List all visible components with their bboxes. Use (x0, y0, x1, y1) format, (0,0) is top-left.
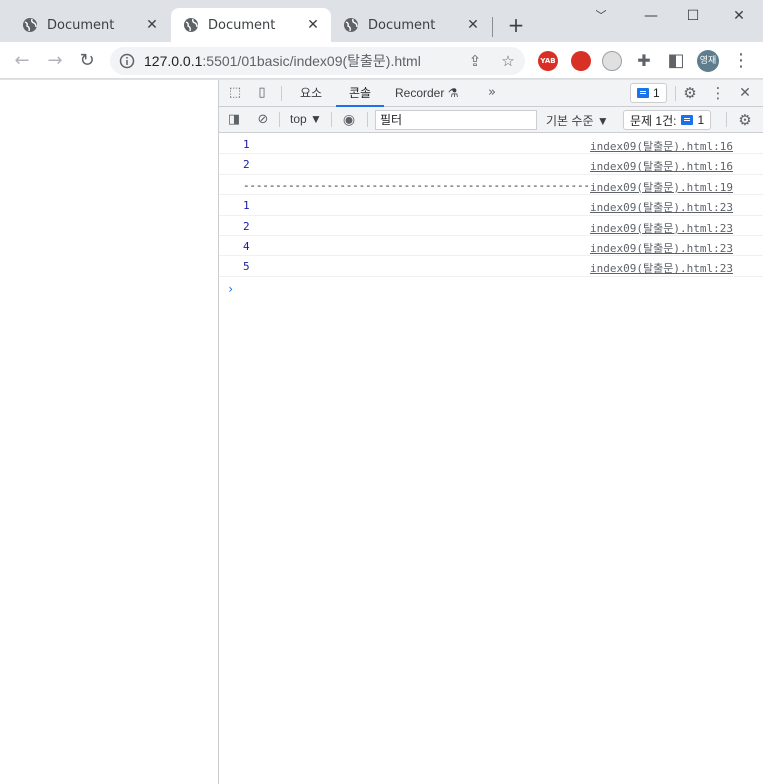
message-icon (637, 88, 649, 98)
back-icon[interactable]: ← (12, 51, 32, 71)
console-row: 2 index09(탈출문).html:16 (219, 154, 763, 175)
maximize-icon[interactable]: ☐ (685, 8, 701, 24)
tab-title: Document (47, 17, 115, 33)
issues-count-button[interactable]: 문제 1건: 1 (623, 110, 712, 130)
forward-icon[interactable]: → (45, 51, 65, 71)
tab-console[interactable]: 콘솔 (336, 80, 384, 107)
device-toolbar-icon[interactable]: ▯ (254, 85, 270, 101)
console-row: 1 index09(탈출문).html:23 (219, 195, 763, 216)
console-message: 2 (243, 219, 250, 233)
devtools-tabbar: ⬚ ▯ 요소 콘솔 Recorder ⚗ » 1 ⚙ ⋮ ✕ (219, 80, 763, 107)
console-message: 4 (243, 239, 250, 253)
console-output: 1 index09(탈출문).html:16 2 index09(탈출문).ht… (219, 134, 763, 296)
devtools-menu-icon[interactable]: ⋮ (710, 85, 726, 101)
avatar[interactable]: 영재 (697, 50, 719, 72)
browser-tab-3[interactable]: Document ✕ (331, 8, 491, 42)
tab-separator (492, 17, 493, 37)
source-link[interactable]: index09(탈출문).html:23 (590, 260, 733, 276)
divider (675, 86, 676, 101)
context-selector[interactable]: top ▼ (290, 112, 322, 126)
message-icon (681, 115, 694, 125)
console-row: ----------------------------------------… (219, 175, 763, 196)
divider (367, 112, 368, 127)
divider (279, 112, 280, 127)
divider (281, 86, 282, 101)
globe-extension-icon[interactable] (602, 51, 622, 71)
divider (331, 112, 332, 127)
settings-gear-icon[interactable]: ⚙ (682, 85, 698, 101)
page-viewport (0, 80, 219, 784)
browser-tab-1[interactable]: Document ✕ (0, 8, 170, 42)
source-link[interactable]: index09(탈출문).html:16 (590, 158, 733, 174)
side-panel-icon[interactable]: ◧ (666, 51, 686, 71)
sidebar-toggle-icon[interactable]: ◨ (226, 112, 242, 128)
globe-icon (344, 18, 358, 32)
new-tab-button[interactable]: + (505, 15, 527, 37)
close-icon[interactable]: ✕ (305, 17, 321, 33)
browser-toolbar: ← → ↻ 127.0.0.1:5501/01basic/index09(탈출문… (0, 42, 763, 79)
menu-kebab-icon[interactable]: ⋮ (731, 51, 751, 71)
flask-icon: ⚗ (447, 86, 459, 100)
tab-elements[interactable]: 요소 (300, 80, 322, 107)
globe-icon (23, 18, 37, 32)
yab-extension-icon[interactable]: YAB (538, 51, 558, 71)
close-icon[interactable]: ✕ (144, 17, 160, 33)
source-link[interactable]: index09(탈출문).html:23 (590, 199, 733, 215)
tab-title: Document (368, 17, 436, 33)
info-icon[interactable] (119, 53, 135, 69)
console-row: 2 index09(탈출문).html:23 (219, 216, 763, 236)
live-expression-eye-icon[interactable]: ◉ (341, 112, 357, 128)
log-levels-dropdown[interactable]: 기본 수준 ▼ (546, 112, 609, 129)
tab-recorder[interactable]: Recorder ⚗ (395, 80, 458, 107)
console-message: ----------------------------------------… (243, 178, 590, 192)
console-message: 1 (243, 138, 250, 151)
browser-tab-2[interactable]: Document ✕ (171, 8, 331, 42)
clear-console-icon[interactable]: ⊘ (255, 112, 271, 128)
close-icon[interactable]: ✕ (465, 17, 481, 33)
more-tabs-icon[interactable]: » (484, 85, 500, 101)
reload-icon[interactable]: ↻ (77, 51, 97, 71)
console-row: 5 index09(탈출문).html:23 (219, 256, 763, 277)
console-message: 2 (243, 158, 250, 172)
minimize-icon[interactable]: — (643, 8, 659, 24)
console-row: 1 index09(탈출문).html:16 (219, 134, 763, 155)
source-link[interactable]: index09(탈출문).html:23 (590, 240, 733, 256)
close-window-icon[interactable]: ✕ (731, 8, 747, 24)
issues-badge-button[interactable]: 1 (630, 83, 667, 103)
source-link[interactable]: index09(탈출문).html:19 (590, 179, 733, 195)
console-message: 1 (243, 199, 250, 213)
console-message: 5 (243, 260, 250, 274)
console-filter-bar: ◨ ⊘ top ▼ ◉ 필터 기본 수준 ▼ 문제 1건: 1 ⚙ (219, 107, 763, 133)
tab-strip: Document ✕ Document ✕ Document ✕ + ﹀ — ☐… (0, 0, 763, 42)
close-devtools-icon[interactable]: ✕ (737, 85, 753, 101)
devtools-panel: ⬚ ▯ 요소 콘솔 Recorder ⚗ » 1 ⚙ ⋮ ✕ ◨ ⊘ top ▼… (219, 80, 763, 784)
filter-input[interactable]: 필터 (375, 110, 537, 130)
inspect-element-icon[interactable]: ⬚ (227, 85, 243, 101)
divider (726, 112, 727, 127)
bookmark-star-icon[interactable]: ☆ (498, 51, 518, 71)
share-icon[interactable]: ⇪ (465, 51, 485, 71)
source-link[interactable]: index09(탈출문).html:23 (590, 220, 733, 236)
console-settings-gear-icon[interactable]: ⚙ (737, 112, 753, 128)
console-row: 4 index09(탈출문).html:23 (219, 236, 763, 257)
tab-title: Document (208, 17, 276, 33)
console-prompt[interactable]: › (227, 282, 234, 296)
extensions-puzzle-icon[interactable]: ✚ (634, 51, 654, 71)
tab-search-icon[interactable]: ﹀ (593, 8, 609, 24)
adblock-extension-icon[interactable] (571, 51, 591, 71)
globe-icon (184, 18, 198, 32)
address-bar[interactable]: 127.0.0.1:5501/01basic/index09(탈출문).html… (110, 47, 525, 75)
source-link[interactable]: index09(탈출문).html:16 (590, 138, 733, 154)
